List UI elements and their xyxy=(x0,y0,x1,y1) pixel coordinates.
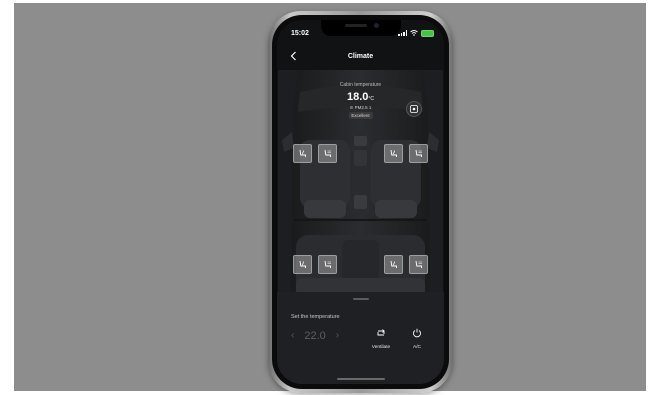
rear-right-seat-heat-button[interactable] xyxy=(384,255,403,274)
seat-vent-icon xyxy=(415,260,422,268)
temperature-unit: °C xyxy=(368,96,375,102)
fan-icon xyxy=(410,105,418,113)
power-icon xyxy=(413,328,421,338)
rear-left-seat-vent-button[interactable] xyxy=(318,255,337,274)
cabin-temperature-value: 18.0°C xyxy=(346,91,375,103)
ventilate-button[interactable]: Ventilate xyxy=(370,325,392,350)
battery-icon xyxy=(421,29,434,37)
notch xyxy=(320,20,401,36)
air-purifier-button[interactable] xyxy=(406,101,422,117)
status-icons xyxy=(398,29,434,37)
front-right-seat-vent-button[interactable] xyxy=(409,144,428,163)
front-right-seat-heat-button[interactable] xyxy=(384,144,403,163)
temperature-control-panel: Set the temperature ‹ 22.0 › Ventilate A… xyxy=(277,292,444,384)
seat-heat-icon xyxy=(390,260,397,268)
seat-vent-icon xyxy=(415,149,422,157)
status-time: 15:02 xyxy=(291,30,309,37)
panel-drag-handle[interactable] xyxy=(352,298,369,300)
cabin-temperature-label: Cabin temperature xyxy=(339,82,382,88)
front-left-seat-vent-button[interactable] xyxy=(318,144,337,163)
home-indicator[interactable] xyxy=(336,378,385,380)
ac-button[interactable]: A/C xyxy=(406,325,428,350)
seat-heat-icon xyxy=(390,149,397,157)
seat-vent-icon xyxy=(324,149,331,157)
set-temperature-value: 22.0 xyxy=(304,330,326,342)
seat-heat-icon xyxy=(299,260,306,268)
ac-label: A/C xyxy=(413,345,421,350)
background: 15:02 Climate Cabin temperature 18.0°C ≋… xyxy=(14,3,646,393)
wifi-icon xyxy=(410,30,418,36)
seat-heat-icon xyxy=(299,149,306,157)
rear-left-seat-heat-button[interactable] xyxy=(293,255,312,274)
set-temperature-label: Set the temperature xyxy=(291,314,340,320)
phone-frame: 15:02 Climate Cabin temperature 18.0°C ≋… xyxy=(268,11,453,393)
rear-right-seat-vent-button[interactable] xyxy=(409,255,428,274)
front-left-seat-heat-button[interactable] xyxy=(293,144,312,163)
recirculate-icon xyxy=(377,329,385,336)
air-icon: ≋ xyxy=(349,105,354,110)
temperature-stepper: ‹ 22.0 › xyxy=(291,330,339,342)
decrease-temperature-button[interactable]: ‹ xyxy=(291,331,294,341)
app-screen: 15:02 Climate Cabin temperature 18.0°C ≋… xyxy=(277,20,444,384)
air-quality-badge: Excellent xyxy=(348,112,373,119)
seat-vent-icon xyxy=(324,260,331,268)
ventilate-label: Ventilate xyxy=(371,345,391,350)
increase-temperature-button[interactable]: › xyxy=(336,331,339,341)
page-title: Climate xyxy=(347,53,374,60)
cellular-signal-icon xyxy=(398,30,407,36)
